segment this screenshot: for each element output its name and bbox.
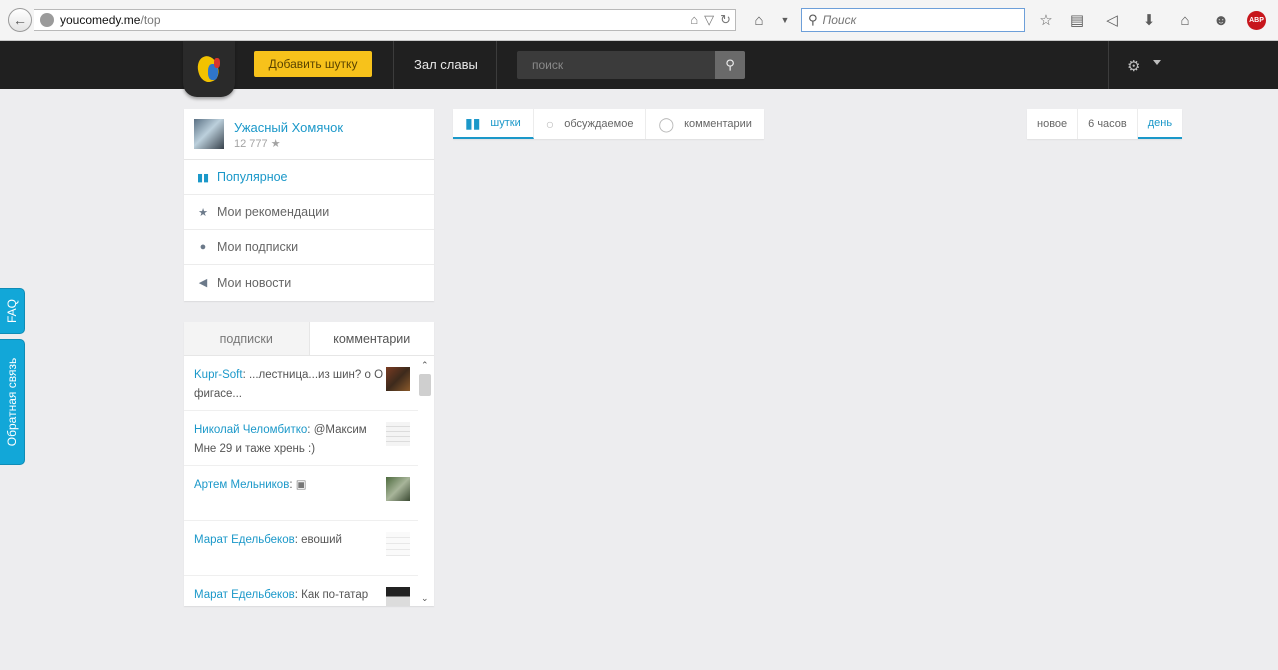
chat-chart-icon: ○ xyxy=(545,116,555,132)
address-bar[interactable]: youcomedy.me/top ⌂ ▽ ↻ xyxy=(34,9,736,31)
comments-scrollbar[interactable]: ⌃ ⌄ xyxy=(418,358,432,606)
megaphone-icon: ◀ xyxy=(198,277,208,289)
menu-item-news[interactable]: ◀ Мои новости xyxy=(184,265,434,300)
site-logo[interactable] xyxy=(183,41,235,97)
comments-widget: подписки комментарии Kupr-Soft: ...лестн… xyxy=(184,322,434,606)
comment-thumbnail[interactable] xyxy=(386,422,410,446)
tab-label: комментарии xyxy=(684,118,752,130)
star-icon: ★ xyxy=(198,206,208,219)
comment-author[interactable]: Артем Мельников xyxy=(194,479,289,491)
list-item[interactable]: Артем Мельников: ▣ xyxy=(184,466,418,521)
banana-logo-icon xyxy=(194,50,224,88)
scrollbar-thumb[interactable] xyxy=(419,374,431,396)
speech-bubble-icon: ◯ xyxy=(658,115,675,132)
toolbar-dropdown-icon[interactable]: ▼ xyxy=(776,11,794,29)
url-host: youcomedy.me xyxy=(60,13,141,27)
faq-tab[interactable]: FAQ xyxy=(0,289,24,333)
back-button[interactable]: ← xyxy=(8,8,32,32)
pocket-icon[interactable]: ◁ xyxy=(1103,11,1121,29)
browser-search[interactable]: ⚲ xyxy=(801,8,1025,32)
back-arrow-icon: ← xyxy=(13,12,27,28)
menu-item-popular[interactable]: ▮▮ Популярное xyxy=(184,160,434,195)
site-search-button[interactable]: ⚲ xyxy=(715,51,745,79)
tab-6-hours[interactable]: 6 часов xyxy=(1078,109,1138,139)
search-icon: ⚲ xyxy=(808,12,818,27)
people-icon: ● xyxy=(199,241,207,253)
reload-icon[interactable]: ↻ xyxy=(720,12,731,28)
list-item[interactable]: Николай Челомбитко: @Максим Мне 29 и таж… xyxy=(184,411,418,466)
menu-item-recommendations[interactable]: ★ Мои рекомендации xyxy=(184,195,434,230)
comment-thumbnail[interactable] xyxy=(386,587,410,606)
profile-name[interactable]: Ужасный Хомячок xyxy=(234,120,343,135)
browser-toolbar: ← youcomedy.me/top ⌂ ▽ ↻ ⌂ ▼ ⚲ ☆ ▤ ◁ ⬇ ⌂… xyxy=(0,0,1278,41)
star-icon: ★ xyxy=(270,138,281,150)
list-item[interactable]: Марат Едельбеков: евоший xyxy=(184,521,418,576)
browser-search-input[interactable] xyxy=(822,13,1003,27)
caret-down-icon[interactable] xyxy=(1153,60,1161,65)
comment-text: евоший xyxy=(301,534,342,546)
comment-thumbnail[interactable] xyxy=(386,367,410,391)
score-value: 12 777 xyxy=(234,138,268,150)
feedback-label: Обратная связь xyxy=(5,357,20,447)
home-icon[interactable]: ⌂ xyxy=(1176,11,1194,29)
profile-card: Ужасный Хомячок 12 777 ★ ▮▮ Популярное ★… xyxy=(184,109,434,301)
site-home-icon[interactable]: ⌂ xyxy=(690,12,698,28)
site-search: ⚲ xyxy=(517,51,745,79)
image-attachment-icon: ▣ xyxy=(295,479,307,491)
content-tabs: ▮▮ шутки ○ обсуждаемое ◯ комментарии xyxy=(453,109,764,139)
dropdown-arrow-icon[interactable]: ▽ xyxy=(704,12,714,28)
tab-jokes[interactable]: ▮▮ шутки xyxy=(453,109,534,139)
tab-comments[interactable]: комментарии xyxy=(308,322,434,355)
comment-author[interactable]: Kupr-Soft xyxy=(194,369,243,381)
url-text: youcomedy.me/top xyxy=(60,13,161,27)
comment-thumbnail[interactable] xyxy=(386,477,410,501)
downloads-icon[interactable]: ⬇ xyxy=(1140,11,1158,29)
avatar[interactable] xyxy=(194,119,224,149)
globe-icon xyxy=(40,13,54,27)
add-joke-button[interactable]: Добавить шутку xyxy=(254,51,372,77)
header-divider xyxy=(496,41,497,89)
header-divider xyxy=(1108,41,1109,89)
google-home-icon[interactable]: ⌂ xyxy=(750,11,768,29)
bar-chart-icon: ▮▮ xyxy=(196,171,210,184)
profile-score: 12 777 ★ xyxy=(234,137,281,150)
reading-list-icon[interactable]: ▤ xyxy=(1068,11,1086,29)
bookmark-star-icon[interactable]: ☆ xyxy=(1037,11,1055,29)
hall-of-fame-link[interactable]: Зал славы xyxy=(414,57,478,72)
bar-chart-icon: ▮▮ xyxy=(465,114,481,131)
url-path: /top xyxy=(140,13,161,27)
list-item[interactable]: Kupr-Soft: ...лестница...из шин? о О фиг… xyxy=(184,356,418,411)
comment-thumbnail[interactable] xyxy=(386,532,410,556)
header-divider xyxy=(393,41,394,89)
tab-label: обсуждаемое xyxy=(564,118,634,130)
menu-item-label: Мои подписки xyxy=(217,240,299,254)
adblock-icon[interactable]: ABP xyxy=(1247,11,1266,30)
gear-icon[interactable]: ⚙ xyxy=(1127,57,1140,75)
search-icon: ⚲ xyxy=(725,57,735,72)
tab-day[interactable]: день xyxy=(1137,109,1183,139)
profile-header: Ужасный Хомячок 12 777 ★ xyxy=(184,109,434,160)
comment-author[interactable]: Николай Челомбитко xyxy=(194,424,307,436)
tab-new[interactable]: новое xyxy=(1027,109,1079,139)
tab-label: шутки xyxy=(490,117,521,129)
comment-author[interactable]: Марат Едельбеков xyxy=(194,589,295,601)
scroll-up-icon[interactable]: ⌃ xyxy=(421,360,429,371)
faq-label: FAQ xyxy=(5,298,20,324)
scroll-down-icon[interactable]: ⌄ xyxy=(421,593,429,604)
menu-item-label: Мои новости xyxy=(217,275,292,290)
menu-item-subscriptions[interactable]: ● Мои подписки xyxy=(184,230,434,265)
smiley-icon[interactable]: ☻ xyxy=(1212,11,1230,29)
comments-list: Kupr-Soft: ...лестница...из шин? о О фиг… xyxy=(184,356,418,606)
tab-discussed[interactable]: ○ обсуждаемое xyxy=(534,109,647,139)
tab-subscriptions[interactable]: подписки xyxy=(184,322,309,355)
menu-item-label: Мои рекомендации xyxy=(217,205,330,219)
menu-item-label: Популярное xyxy=(217,170,288,184)
list-item[interactable]: Марат Едельбеков: Как по-татар xyxy=(184,576,418,606)
tab-comments[interactable]: ◯ комментарии xyxy=(646,109,763,139)
site-search-input[interactable] xyxy=(517,51,715,79)
comment-author[interactable]: Марат Едельбеков xyxy=(194,534,295,546)
feedback-tab[interactable]: Обратная связь xyxy=(0,340,24,464)
period-tabs: новое 6 часов день xyxy=(1027,109,1183,139)
comment-text: Как по-татар xyxy=(301,589,369,601)
